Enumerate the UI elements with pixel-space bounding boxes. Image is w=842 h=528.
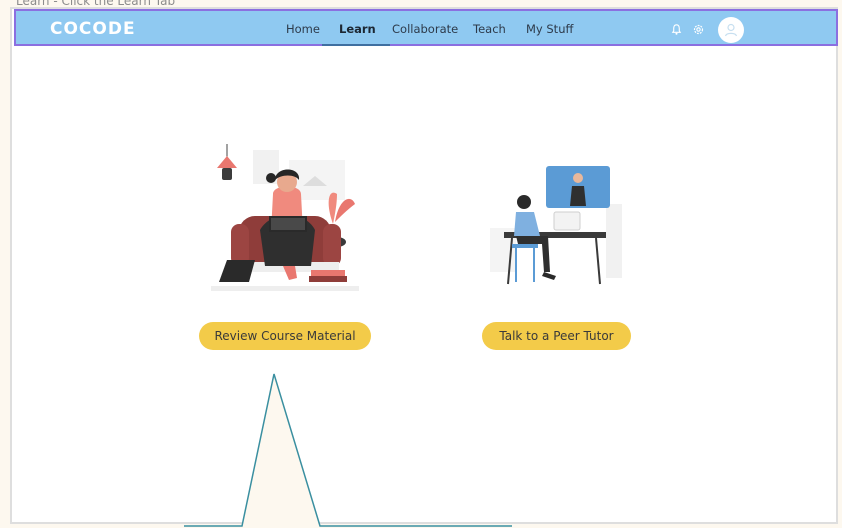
tutorial-pointer-arrow xyxy=(184,373,512,527)
user-icon xyxy=(724,23,738,37)
nav-home[interactable]: Home xyxy=(286,22,320,36)
video-call-illustration xyxy=(490,166,622,285)
user-avatar[interactable] xyxy=(718,17,744,43)
top-navbar: COCODE Home Learn Collaborate Teach My S… xyxy=(14,9,838,46)
bell-icon[interactable] xyxy=(670,23,683,36)
talk-to-peer-tutor-button[interactable]: Talk to a Peer Tutor xyxy=(482,322,631,350)
cocode-logo[interactable]: COCODE xyxy=(50,19,136,39)
nav-learn-active-indicator xyxy=(322,44,390,46)
nav-collaborate[interactable]: Collaborate xyxy=(392,22,458,36)
review-course-material-button[interactable]: Review Course Material xyxy=(199,322,371,350)
nav-learn[interactable]: Learn xyxy=(339,22,376,36)
reading-woman-illustration xyxy=(211,144,359,291)
gear-icon[interactable] xyxy=(692,23,705,36)
nav-teach[interactable]: Teach xyxy=(473,22,506,36)
nav-my-stuff[interactable]: My Stuff xyxy=(526,22,573,36)
